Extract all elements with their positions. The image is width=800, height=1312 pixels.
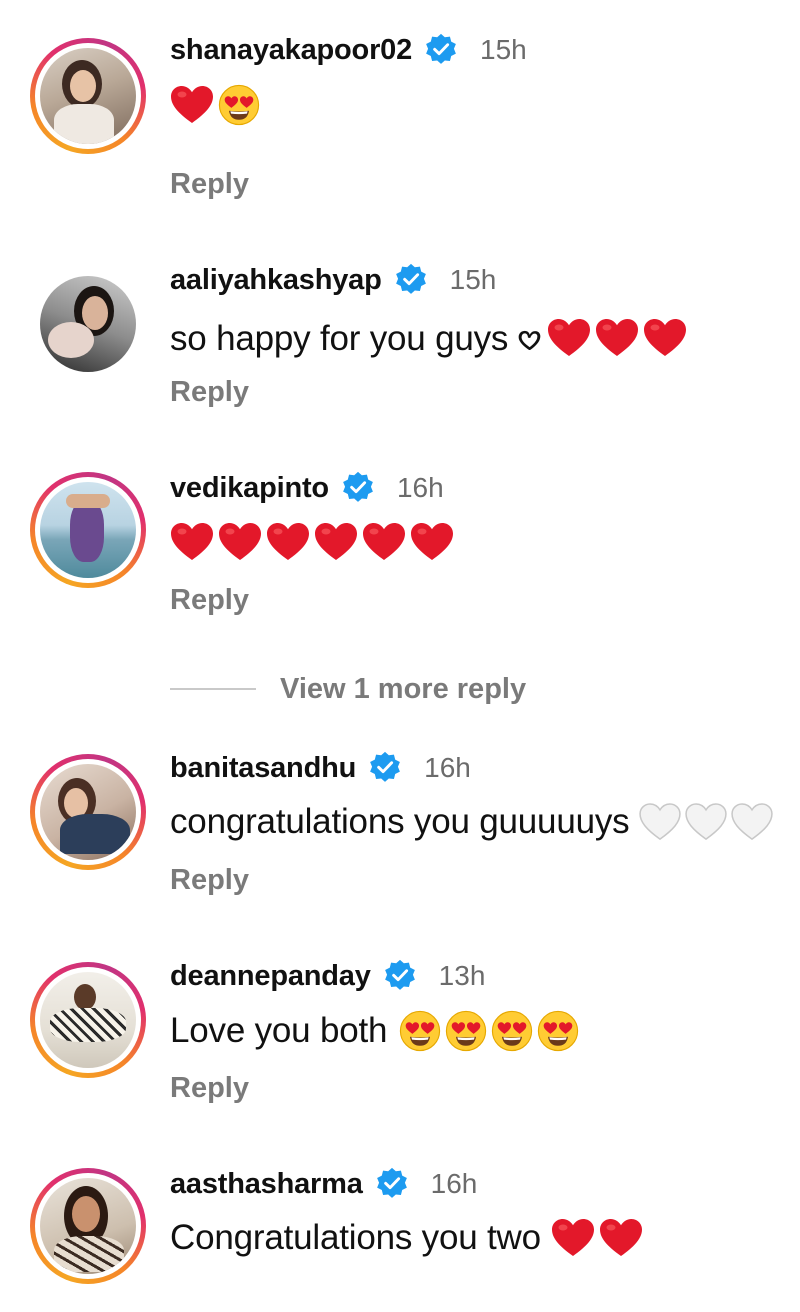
red-heart-emoji-icon [643, 318, 687, 358]
avatar-photo [40, 482, 136, 578]
avatar-face [72, 1196, 100, 1232]
comment-item: aasthasharma 16h Congratulations you two [0, 1112, 800, 1312]
comment-text-content: Love you both [170, 1011, 388, 1050]
story-ring-gap [35, 1173, 141, 1279]
story-ring-gap [35, 759, 141, 865]
verified-badge-icon [375, 1167, 409, 1201]
comment-header: deannepanday 13h [170, 956, 485, 996]
avatar-photo [40, 972, 136, 1068]
comment-text-content: Congratulations you two [170, 1218, 541, 1257]
avatar-body [54, 1236, 124, 1272]
verified-badge-icon [424, 33, 458, 67]
verified-badge-icon [394, 263, 428, 297]
red-heart-emoji-icon [170, 522, 214, 562]
red-heart-emoji-icon [547, 318, 591, 358]
avatar-dress [50, 1008, 126, 1042]
timestamp: 16h [430, 1168, 478, 1199]
username[interactable]: aaliyahkashyap [170, 264, 382, 297]
white-heart-emoji-icon [639, 803, 681, 841]
timestamp: 15h [480, 34, 527, 65]
red-heart-emoji-icon [218, 522, 262, 562]
comment-header: vedikapinto 16h [170, 468, 444, 508]
white-heart-emoji-icon [685, 803, 727, 841]
comment-item: deannepanday 13h Love you both Reply [0, 904, 800, 1104]
comment-text-content: so happy for you guys 𖹭 [170, 319, 542, 358]
comment-header: shanayakapoor02 15h [170, 30, 527, 70]
comment-text [170, 84, 260, 126]
avatar-figure [74, 984, 96, 1010]
red-heart-emoji-icon [266, 522, 310, 562]
comment-item: banitasandhu 16h congratulations you guu… [0, 696, 800, 896]
comment-text: so happy for you guys 𖹭 [170, 314, 687, 361]
comment-text: Love you both [170, 1010, 579, 1052]
avatar[interactable] [30, 962, 146, 1078]
comment-header: banitasandhu 16h [170, 748, 471, 788]
red-heart-emoji-icon [410, 522, 454, 562]
avatar-body [60, 814, 130, 854]
timestamp: 15h [449, 264, 497, 295]
comment-text [170, 522, 454, 562]
avatar-face [82, 296, 108, 330]
username[interactable]: shanayakapoor02 [170, 34, 412, 67]
timestamp: 13h [438, 960, 486, 991]
red-heart-emoji-icon [314, 522, 358, 562]
avatar-face [70, 70, 96, 102]
red-heart-emoji-icon [170, 85, 214, 125]
heart-eyes-emoji-icon [218, 84, 260, 126]
red-heart-emoji-icon [362, 522, 406, 562]
comment-text: congratulations you guuuuuys [170, 802, 773, 842]
username[interactable]: banitasandhu [170, 752, 356, 785]
username[interactable]: vedikapinto [170, 472, 329, 505]
divider-line [170, 688, 256, 690]
avatar-pillow [48, 322, 94, 358]
red-heart-emoji-icon [595, 318, 639, 358]
avatar[interactable] [30, 1168, 146, 1284]
avatar-photo [40, 276, 136, 372]
avatar-figure [70, 500, 104, 562]
heart-eyes-emoji-icon [445, 1010, 487, 1052]
avatar-photo [40, 764, 136, 860]
story-ring-gap [35, 43, 141, 149]
story-ring-gap [35, 967, 141, 1073]
avatar[interactable] [40, 276, 136, 372]
comment-header: aaliyahkashyap 15h [170, 260, 496, 300]
red-heart-emoji-icon [599, 1218, 643, 1258]
comment-item: vedikapinto 16h Reply [0, 416, 800, 616]
reply-button[interactable]: Reply [170, 376, 249, 409]
avatar[interactable] [30, 472, 146, 588]
avatar[interactable] [30, 754, 146, 870]
verified-badge-icon [368, 751, 402, 785]
reply-button[interactable]: Reply [170, 1072, 249, 1105]
comment-item: shanayakapoor02 15h Reply [0, 0, 800, 200]
heart-eyes-emoji-icon [491, 1010, 533, 1052]
avatar-body [54, 104, 114, 144]
username[interactable]: deannepanday [170, 960, 371, 993]
comment-header: aasthasharma 16h [170, 1164, 477, 1204]
avatar-photo [40, 1178, 136, 1274]
avatar-photo [40, 48, 136, 144]
avatar[interactable] [30, 38, 146, 154]
verified-badge-icon [341, 471, 375, 505]
reply-button[interactable]: Reply [170, 168, 249, 201]
red-heart-emoji-icon [551, 1218, 595, 1258]
heart-eyes-emoji-icon [537, 1010, 579, 1052]
username[interactable]: aasthasharma [170, 1168, 363, 1201]
timestamp: 16h [396, 472, 444, 503]
reply-button[interactable]: Reply [170, 584, 249, 617]
white-heart-emoji-icon [731, 803, 773, 841]
comment-text: Congratulations you two [170, 1218, 643, 1258]
comment-text-content: congratulations you guuuuuys [170, 802, 630, 841]
timestamp: 16h [424, 752, 471, 783]
comment-item: aaliyahkashyap 15h so happy for you guys… [0, 208, 800, 408]
reply-button[interactable]: Reply [170, 864, 249, 897]
verified-badge-icon [383, 959, 417, 993]
story-ring-gap [35, 477, 141, 583]
heart-eyes-emoji-icon [399, 1010, 441, 1052]
avatar-arm [66, 494, 110, 508]
